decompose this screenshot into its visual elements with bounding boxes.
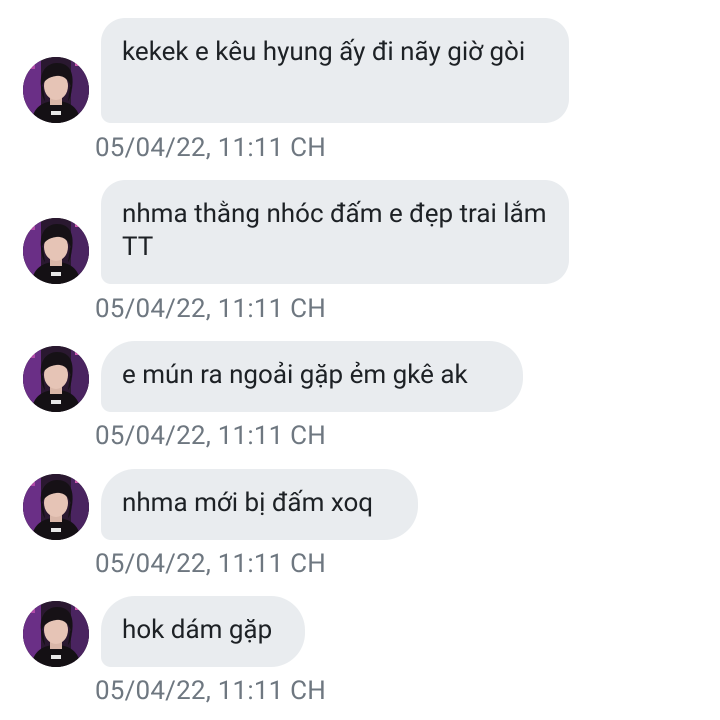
message-thread: kekek e kêu hyung ấy đi nãy giờ gòi 05/0… bbox=[0, 0, 720, 720]
message-text: kekek e kêu hyung ấy đi nãy giờ gòi bbox=[122, 37, 526, 67]
message-text: nhma mới bị đấm xoq bbox=[122, 488, 374, 518]
person-avatar-icon bbox=[23, 57, 89, 123]
message-timestamp: 05/04/22, 11:11 CH bbox=[95, 549, 326, 579]
person-avatar-icon bbox=[23, 474, 89, 540]
sender-avatar[interactable] bbox=[23, 601, 89, 667]
message-timestamp: 05/04/22, 11:11 CH bbox=[95, 676, 326, 706]
message-text: hok dám gặp bbox=[122, 615, 273, 645]
message-bubble[interactable]: hok dám gặp bbox=[101, 596, 305, 667]
person-avatar-icon bbox=[23, 346, 89, 412]
message-timestamp: 05/04/22, 11:11 CH bbox=[95, 421, 326, 451]
sender-avatar[interactable] bbox=[23, 57, 89, 123]
message-timestamp: 05/04/22, 11:11 CH bbox=[95, 133, 326, 163]
message-timestamp: 05/04/22, 11:11 CH bbox=[95, 294, 326, 324]
message-text: nhma thằng nhóc đấm e đẹp trai lắm TT bbox=[122, 199, 547, 262]
message-text: e mún ra ngoải gặp ẻm gkê ak bbox=[122, 360, 468, 390]
message-bubble[interactable]: e mún ra ngoải gặp ẻm gkê ak bbox=[101, 341, 523, 412]
sender-avatar[interactable] bbox=[23, 474, 89, 540]
person-avatar-icon bbox=[23, 601, 89, 667]
message-bubble[interactable]: nhma mới bị đấm xoq bbox=[101, 469, 418, 540]
message-bubble[interactable]: kekek e kêu hyung ấy đi nãy giờ gòi bbox=[101, 18, 569, 123]
person-avatar-icon bbox=[23, 218, 89, 284]
sender-avatar[interactable] bbox=[23, 346, 89, 412]
sender-avatar[interactable] bbox=[23, 218, 89, 284]
message-bubble[interactable]: nhma thằng nhóc đấm e đẹp trai lắm TT bbox=[101, 180, 569, 284]
